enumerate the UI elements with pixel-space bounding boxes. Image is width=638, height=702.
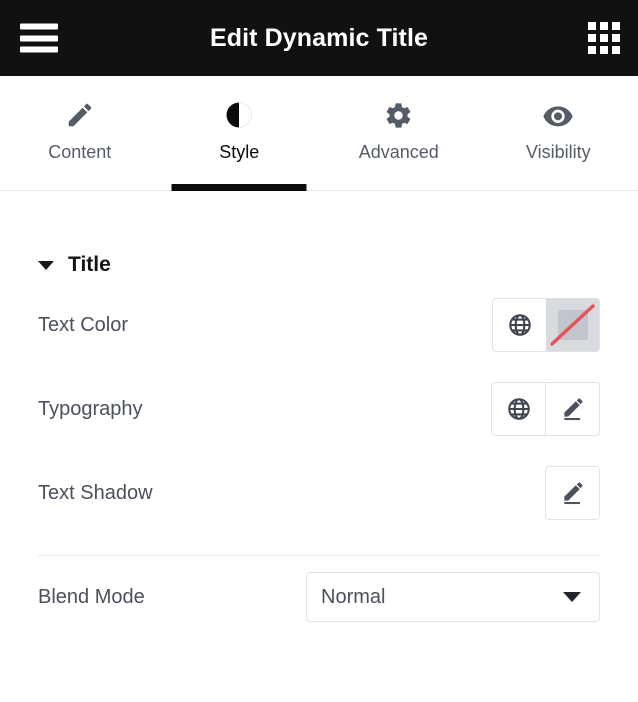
grid-cell — [612, 22, 620, 30]
tab-underline — [171, 184, 307, 191]
tab-visibility[interactable]: Visibility — [479, 76, 638, 190]
typography-label: Typography — [38, 397, 143, 420]
grid-cell — [600, 46, 608, 54]
section-title: Title — [68, 253, 111, 276]
grid-cell — [600, 34, 608, 42]
blend-mode-select[interactable]: Normal — [306, 572, 600, 622]
tab-advanced[interactable]: Advanced — [319, 76, 479, 190]
row-text-color: Text Color — [38, 283, 600, 367]
tab-style[interactable]: Style — [160, 76, 320, 191]
titlebar: Edit Dynamic Title — [0, 0, 638, 76]
grid-cell — [588, 46, 596, 54]
tab-label: Content — [48, 142, 112, 162]
text-shadow-edit-button[interactable] — [546, 467, 599, 519]
grid-cell — [588, 34, 596, 42]
text-shadow-controls — [545, 466, 600, 520]
grid-apps-icon[interactable] — [588, 22, 620, 54]
section-header-title[interactable]: Title — [38, 191, 600, 283]
page-title: Edit Dynamic Title — [209, 23, 429, 52]
tab-content[interactable]: Content — [0, 76, 160, 190]
tab-label: Style — [219, 142, 260, 162]
eye-icon — [542, 98, 574, 132]
hamburger-bar — [20, 46, 58, 53]
blend-mode-label: Blend Mode — [38, 585, 145, 608]
row-text-shadow: Text Shadow — [38, 451, 600, 535]
contrast-icon — [224, 98, 254, 132]
style-panel: Title Text Color Typography Text Shadow … — [0, 191, 638, 638]
chevron-down-icon — [38, 260, 54, 270]
tab-bar: Content Style Advanced Visibility — [0, 76, 638, 191]
text-color-label: Text Color — [38, 313, 129, 336]
text-color-swatch[interactable] — [546, 299, 599, 351]
blend-mode-value: Normal — [321, 585, 386, 608]
text-color-controls — [492, 298, 600, 352]
gear-icon — [384, 98, 413, 132]
grid-cell — [612, 46, 620, 54]
no-color-slash-icon — [550, 304, 595, 346]
text-color-globe-button[interactable] — [493, 299, 546, 351]
typography-edit-button[interactable] — [545, 383, 599, 435]
tab-label: Advanced — [358, 142, 439, 162]
hamburger-bar — [20, 23, 58, 30]
grid-cell — [588, 22, 596, 30]
tab-label: Visibility — [525, 142, 591, 162]
row-typography: Typography — [38, 367, 600, 451]
pencil-icon — [65, 98, 95, 132]
text-shadow-label: Text Shadow — [38, 481, 153, 504]
chevron-down-icon — [563, 592, 581, 602]
grid-cell — [612, 34, 620, 42]
hamburger-bar — [20, 35, 58, 41]
typography-controls — [491, 382, 600, 436]
typography-globe-button[interactable] — [492, 383, 545, 435]
grid-cell — [600, 22, 608, 30]
hamburger-menu-icon[interactable] — [20, 23, 58, 53]
row-blend-mode: Blend Mode Normal — [38, 556, 600, 638]
